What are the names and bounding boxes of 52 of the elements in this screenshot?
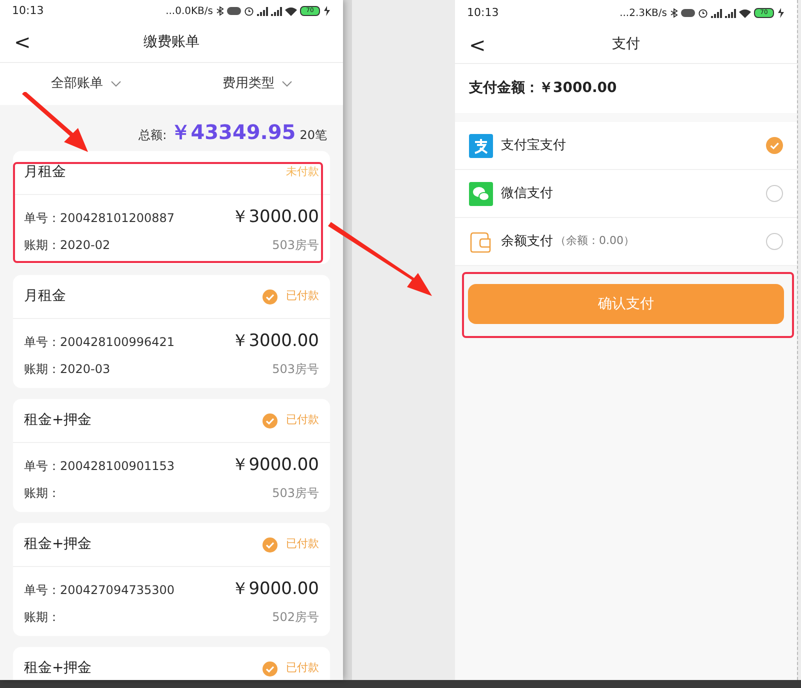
payment-status: 已付款 — [286, 536, 319, 552]
network-speed: ...2.3KB/s — [620, 6, 667, 20]
bill-title: 租金+押金 — [24, 411, 92, 430]
page-title: 支付 — [612, 35, 640, 54]
payment-option[interactable]: 支付宝支付 — [455, 122, 797, 170]
payment-amount: 支付金额：￥3000.00 — [469, 78, 617, 98]
bill-card[interactable]: 月租金 已付款 单号：200428100996421 ￥3000.00 账期：2020-03 503房号 — [13, 275, 330, 388]
filter-dropdown[interactable]: 全部账单 — [0, 74, 172, 94]
payment-method-label: 余额支付 — [501, 232, 553, 251]
room-number: 502房号 — [272, 609, 319, 626]
payment-option[interactable]: 微信支付 — [455, 170, 797, 218]
bill-title: 月租金 — [24, 287, 66, 306]
bill-number: 单号：200428100901153 — [24, 458, 175, 474]
payment-status: 已付款 — [286, 412, 319, 428]
page-title: 缴费账单 — [144, 32, 200, 52]
bill-title: 租金+押金 — [24, 659, 92, 678]
bill-card[interactable]: 租金+押金 已付款 单号：200427094735300 ￥9000.00 账期： 502房号 — [13, 523, 330, 636]
bill-number: 单号：200428100996421 — [24, 334, 175, 350]
billing-period: 账期：2020-03 — [24, 361, 110, 378]
total-label: 总额: — [138, 127, 167, 144]
room-number: 503房号 — [272, 361, 319, 378]
bill-card[interactable]: 租金+押金 已付款 — [13, 647, 330, 680]
room-number: 503房号 — [272, 485, 319, 502]
billing-period: 账期：2020-02 — [24, 237, 110, 254]
bill-amount: ￥3000.00 — [232, 206, 319, 229]
room-number: 503房号 — [272, 237, 319, 254]
payment-status: 未付款 — [286, 164, 319, 180]
back-button[interactable]: < — [469, 34, 486, 54]
network-speed: ...0.0KB/s — [166, 4, 213, 18]
bill-amount: ￥3000.00 — [232, 330, 319, 353]
status-time: 10:13 — [467, 4, 499, 21]
bill-amount: ￥9000.00 — [232, 454, 319, 477]
bill-card[interactable]: 租金+押金 已付款 单号：200428100901153 ￥9000.00 账期： 503房号 — [13, 399, 330, 512]
balance-note: （余额：0.00） — [555, 233, 634, 250]
bill-title: 租金+押金 — [24, 535, 92, 554]
bill-card[interactable]: 月租金 未付款 单号：200428101200887 ￥3000.00 账期：2020-02 503房号 — [13, 151, 330, 264]
payment-option[interactable]: 余额支付（余额：0.00） — [455, 218, 797, 266]
bill-number: 单号：200427094735300 — [24, 582, 175, 598]
billing-period: 账期： — [24, 485, 60, 502]
bill-number: 单号：200428101200887 — [24, 210, 175, 226]
payment-method-label: 支付宝支付 — [501, 136, 566, 155]
billing-period: 账期： — [24, 609, 60, 626]
bill-title: 月租金 — [24, 163, 66, 182]
payment-status: 已付款 — [286, 660, 319, 676]
bill-amount: ￥9000.00 — [232, 578, 319, 601]
filter-dropdown[interactable]: 费用类型 — [172, 74, 343, 94]
payment-method-label: 微信支付 — [501, 184, 553, 203]
status-time: 10:13 — [12, 2, 44, 19]
bill-count: 20笔 — [300, 127, 327, 144]
total-amount: ￥43349.95 — [170, 119, 296, 146]
payment-status: 已付款 — [286, 288, 319, 304]
back-button[interactable]: < — [14, 32, 31, 52]
